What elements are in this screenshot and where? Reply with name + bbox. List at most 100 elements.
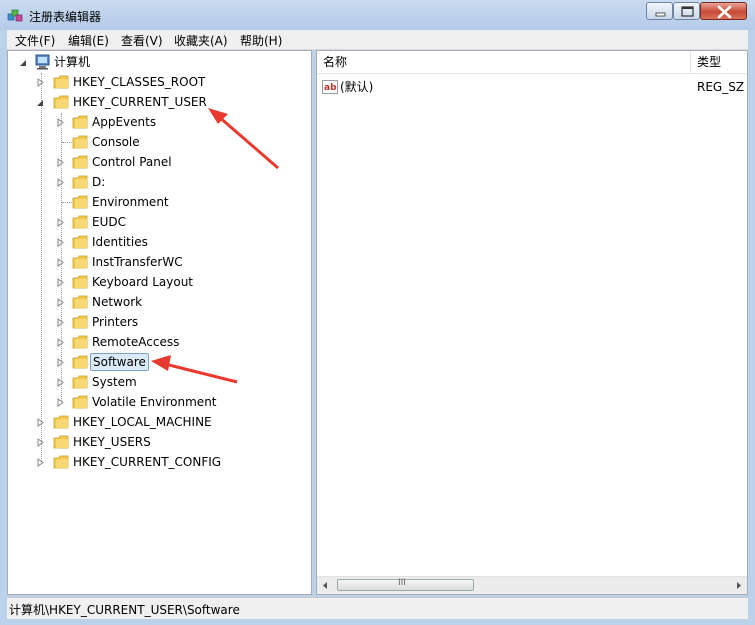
tree-node-printers[interactable]: Printers: [8, 312, 308, 332]
menu-view[interactable]: 查看(V): [121, 32, 163, 49]
tree-label: Volatile Environment: [92, 395, 217, 409]
scrollbar-grip: III: [398, 578, 406, 588]
collapsed-arrow-icon[interactable]: [57, 218, 65, 227]
folder-open-icon: [53, 95, 69, 109]
folder-icon: [72, 115, 88, 129]
value-type: REG_SZ: [697, 80, 745, 94]
collapsed-arrow-icon[interactable]: [57, 158, 65, 167]
menu-bar: 文件(F) 编辑(E) 查看(V) 收藏夹(A) 帮助(H): [7, 30, 748, 50]
value-name: (默认): [340, 80, 374, 94]
annotation-arrow-icon: [151, 355, 238, 384]
minimize-button[interactable]: [646, 2, 673, 20]
tree-label: HKEY_CURRENT_USER: [73, 95, 207, 109]
column-header-name[interactable]: 名称: [317, 51, 692, 74]
registry-editor-window: 注册表编辑器 文件(F) 编辑(E) 查看(V) 收藏夹(A) 帮助(H) 计算…: [0, 0, 755, 625]
scroll-right-arrow-icon[interactable]: [735, 581, 743, 590]
folder-icon: [72, 315, 88, 329]
horizontal-scrollbar[interactable]: III: [317, 576, 747, 594]
tree-label: Control Panel: [92, 155, 172, 169]
collapsed-arrow-icon[interactable]: [57, 278, 65, 287]
tree-label: EUDC: [92, 215, 126, 229]
tree-label: Identities: [92, 235, 148, 249]
tree-node-computer[interactable]: 计算机: [8, 52, 308, 72]
tree-node-hklm[interactable]: HKEY_LOCAL_MACHINE: [8, 412, 308, 432]
collapsed-arrow-icon[interactable]: [37, 78, 45, 87]
tree-node-network[interactable]: Network: [8, 292, 308, 312]
tree-label: Network: [92, 295, 143, 309]
tree-label: HKEY_CURRENT_CONFIG: [73, 455, 222, 469]
tree-node-eudc[interactable]: EUDC: [8, 212, 308, 232]
tree-node-insttransferwc[interactable]: InstTransferWC: [8, 252, 308, 272]
scroll-left-arrow-icon[interactable]: [321, 581, 329, 590]
tree-node-environment[interactable]: Environment: [8, 192, 308, 212]
tree-label: D:: [92, 175, 106, 189]
tree-node-remoteaccess[interactable]: RemoteAccess: [8, 332, 308, 352]
collapsed-arrow-icon[interactable]: [57, 178, 65, 187]
status-bar: 计算机\HKEY_CURRENT_USER\Software: [7, 597, 748, 619]
folder-icon: [53, 455, 69, 469]
folder-icon: [72, 395, 88, 409]
collapsed-arrow-icon[interactable]: [57, 258, 65, 267]
title-bar[interactable]: 注册表编辑器: [0, 0, 755, 30]
collapsed-arrow-icon[interactable]: [57, 318, 65, 327]
folder-icon: [53, 415, 69, 429]
tree-node-hkcc[interactable]: HKEY_CURRENT_CONFIG: [8, 452, 308, 472]
tree-node-hkcr[interactable]: HKEY_CLASSES_ROOT: [8, 72, 308, 92]
menu-help[interactable]: 帮助(H): [240, 32, 282, 49]
tree-label: Software: [90, 353, 149, 371]
folder-icon: [72, 295, 88, 309]
computer-icon: [35, 54, 50, 70]
folder-icon: [72, 235, 88, 249]
values-list[interactable]: 名称 类型 ab (默认) REG_SZ III: [316, 50, 748, 595]
annotation-arrow-icon: [208, 108, 279, 170]
tree-label: Console: [92, 135, 140, 149]
menu-file[interactable]: 文件(F): [15, 32, 55, 49]
collapsed-arrow-icon[interactable]: [57, 338, 65, 347]
folder-icon: [72, 375, 88, 389]
collapsed-arrow-icon[interactable]: [57, 378, 65, 387]
column-header-label: 名称: [323, 55, 348, 69]
folder-icon: [72, 195, 88, 209]
tree-label: Keyboard Layout: [92, 275, 194, 289]
folder-icon: [72, 255, 88, 269]
expanded-arrow-icon[interactable]: [19, 59, 27, 67]
collapsed-arrow-icon[interactable]: [37, 438, 45, 447]
registry-editor-icon: [7, 9, 23, 22]
tree-label: AppEvents: [92, 115, 157, 129]
tree-label: HKEY_LOCAL_MACHINE: [73, 415, 212, 429]
folder-icon: [72, 355, 88, 369]
tree-label: HKEY_USERS: [73, 435, 151, 449]
column-header-type[interactable]: 类型: [691, 51, 747, 74]
tree-line: [62, 202, 72, 204]
collapsed-arrow-icon[interactable]: [57, 238, 65, 247]
tree-label: RemoteAccess: [92, 335, 180, 349]
tree-label: InstTransferWC: [92, 255, 183, 269]
tree-node-volatile-environment[interactable]: Volatile Environment: [8, 392, 308, 412]
tree-node-keyboard-layout[interactable]: Keyboard Layout: [8, 272, 308, 292]
menu-favorites[interactable]: 收藏夹(A): [174, 32, 228, 49]
tree-node-d[interactable]: D:: [8, 172, 308, 192]
maximize-button[interactable]: [673, 2, 700, 20]
value-row[interactable]: ab (默认) REG_SZ: [317, 77, 747, 97]
collapsed-arrow-icon[interactable]: [37, 418, 45, 427]
tree-label: HKEY_CLASSES_ROOT: [73, 75, 206, 89]
collapsed-arrow-icon[interactable]: [37, 458, 45, 467]
column-header-label: 类型: [697, 55, 722, 69]
close-button[interactable]: [700, 2, 747, 20]
folder-icon: [53, 435, 69, 449]
ab-string-icon: ab: [322, 80, 338, 94]
tree-label: System: [92, 375, 137, 389]
collapsed-arrow-icon[interactable]: [57, 118, 65, 127]
folder-icon: [72, 215, 88, 229]
menu-edit[interactable]: 编辑(E): [68, 32, 109, 49]
collapsed-arrow-icon[interactable]: [57, 298, 65, 307]
collapsed-arrow-icon[interactable]: [57, 358, 65, 367]
folder-icon: [72, 155, 88, 169]
folder-icon: [72, 175, 88, 189]
tree-label: Environment: [92, 195, 169, 209]
tree-node-hku[interactable]: HKEY_USERS: [8, 432, 308, 452]
expanded-arrow-icon[interactable]: [36, 99, 44, 107]
scrollbar-thumb[interactable]: III: [337, 578, 474, 591]
collapsed-arrow-icon[interactable]: [57, 398, 65, 407]
tree-node-identities[interactable]: Identities: [8, 232, 308, 252]
